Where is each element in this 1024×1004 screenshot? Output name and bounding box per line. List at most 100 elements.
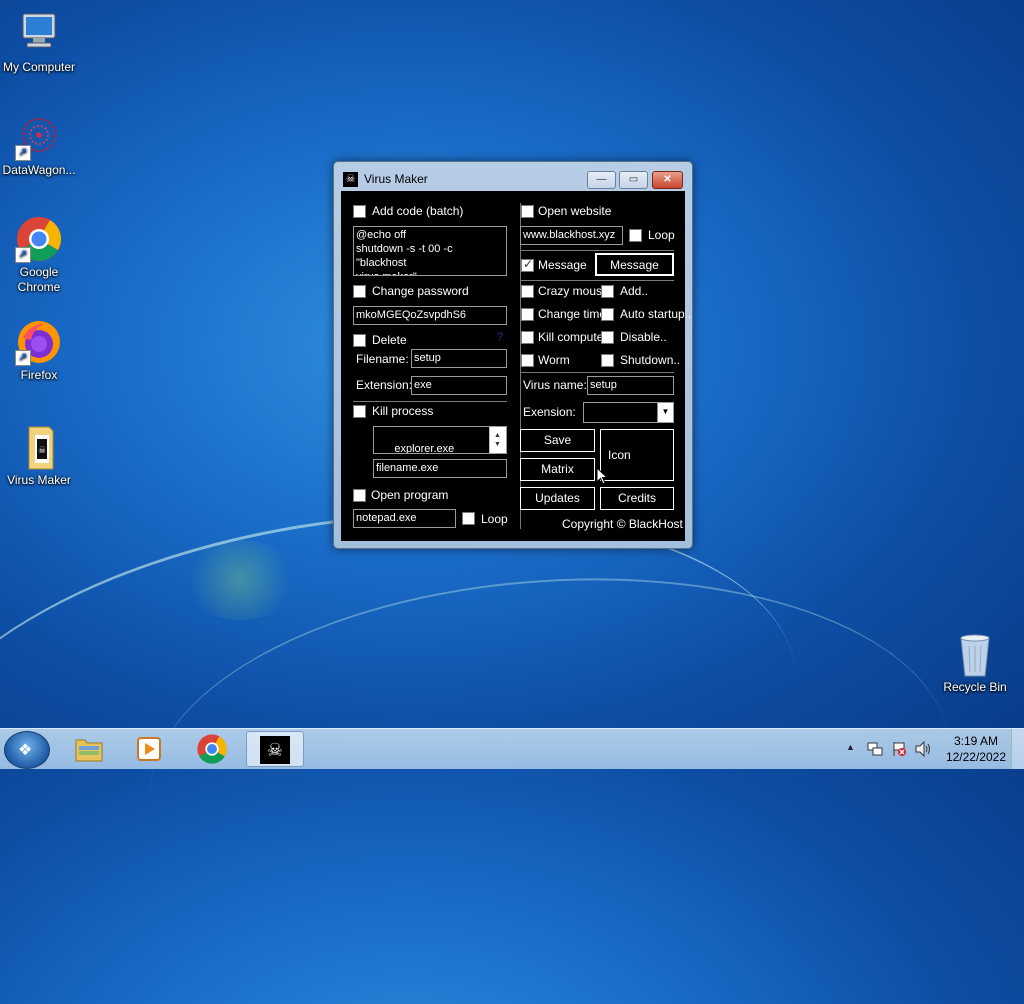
change-time-checkbox[interactable] xyxy=(521,308,534,321)
start-button[interactable]: ❖ xyxy=(4,731,50,769)
clock-date: 12/22/2022 xyxy=(945,750,1006,764)
batch-code-textarea[interactable]: @echo off shutdown -s -t 00 -c "blackhos… xyxy=(353,226,507,276)
copyright-text: Copyright © BlackHost xyxy=(562,517,683,531)
open-program-checkbox[interactable] xyxy=(353,489,366,502)
add-label: Add.. xyxy=(620,284,649,298)
kill-process-checkbox[interactable] xyxy=(353,405,366,418)
desktop-icon-firefox[interactable]: ↗ Firefox xyxy=(1,318,77,383)
change-password-label: Change password xyxy=(372,284,469,298)
add-code-checkbox[interactable] xyxy=(353,205,366,218)
close-button[interactable]: ✕ xyxy=(652,171,683,189)
maximize-button[interactable]: ▭ xyxy=(619,171,648,189)
svg-text:☠: ☠ xyxy=(38,445,46,455)
worm-label: Worm xyxy=(538,353,570,367)
desktop-icon-my-computer[interactable]: My Computer xyxy=(1,10,77,75)
system-tray: ▲ xyxy=(840,729,940,769)
open-website-checkbox[interactable] xyxy=(521,205,534,218)
taskbar: ❖ ☠ ▲ 3:19 AM 12/22/2022 xyxy=(0,728,1024,769)
computer-icon xyxy=(15,10,63,58)
media-player-icon xyxy=(137,737,161,761)
app-skull-icon: ☠ xyxy=(343,172,358,187)
window-titlebar[interactable]: ☠ Virus Maker — ▭ ✕ xyxy=(334,162,692,192)
minimize-button[interactable]: — xyxy=(587,171,616,189)
disable-label: Disable.. xyxy=(620,330,667,344)
desktop-icon-virus-maker[interactable]: ☠ Virus Maker xyxy=(1,423,77,488)
listbox-scrollbar[interactable]: ▲ ▼ xyxy=(489,427,506,453)
desktop-icon-label: My Computer xyxy=(2,60,76,74)
open-website-label: Open website xyxy=(538,204,612,218)
program-field[interactable]: notepad.exe xyxy=(353,509,456,528)
add-checkbox[interactable] xyxy=(601,285,614,298)
desktop-icon-google-chrome[interactable]: ↗ Google Chrome xyxy=(1,215,77,295)
taskbar-virus-maker[interactable]: ☠ xyxy=(246,731,304,767)
kill-process-label: Kill process xyxy=(372,404,434,418)
shutdown-label: Shutdown.. xyxy=(620,353,681,367)
recycle-bin-icon xyxy=(951,630,999,678)
updates-button[interactable]: Updates xyxy=(520,487,595,510)
virus-name-field[interactable]: setup xyxy=(587,376,674,395)
virus-maker-window: ☠ Virus Maker — ▭ ✕ Add code (batch) @ec… xyxy=(333,161,693,549)
icon-box[interactable]: Icon xyxy=(600,429,674,481)
desktop-icon-datawagon[interactable]: ↗ DataWagon... xyxy=(1,113,77,178)
virus-extension-dropdown[interactable]: ▼ xyxy=(583,402,674,423)
taskbar-chrome[interactable] xyxy=(184,731,240,767)
chrome-icon xyxy=(197,734,227,764)
message-checkbox[interactable] xyxy=(521,257,534,272)
program-loop-checkbox[interactable] xyxy=(462,512,475,525)
delete-help-link[interactable]: ? xyxy=(497,331,503,343)
desktop-icon-label: DataWagon... xyxy=(2,163,76,177)
clock-time: 3:19 AM xyxy=(953,734,998,748)
window-client-area: Add code (batch) @echo off shutdown -s -… xyxy=(341,191,691,541)
taskbar-explorer[interactable] xyxy=(61,731,117,767)
message-button[interactable]: Message xyxy=(595,253,674,276)
password-field[interactable]: mkoMGEQoZsvpdhS6 xyxy=(353,306,507,325)
folder-icon: ☠ xyxy=(15,423,63,471)
website-loop-checkbox[interactable] xyxy=(629,229,642,242)
desktop-icon-recycle-bin[interactable]: Recycle Bin xyxy=(937,630,1013,695)
extension-field[interactable]: exe xyxy=(411,376,507,395)
message-label: Message xyxy=(538,258,587,272)
window-title: Virus Maker xyxy=(364,172,428,186)
save-button[interactable]: Save xyxy=(520,429,595,452)
desktop-icon-label: Virus Maker xyxy=(7,473,71,487)
crazy-mouse-checkbox[interactable] xyxy=(521,285,534,298)
skull-icon: ☠ xyxy=(260,736,290,764)
crazy-mouse-label: Crazy mouse xyxy=(538,284,609,298)
tray-expand-icon[interactable]: ▲ xyxy=(846,742,855,752)
taskbar-media-player[interactable] xyxy=(121,731,177,767)
matrix-button[interactable]: Matrix xyxy=(520,458,595,481)
credits-button[interactable]: Credits xyxy=(600,487,674,510)
desktop-icon-label: Firefox xyxy=(20,368,58,382)
auto-startup-checkbox[interactable] xyxy=(601,308,614,321)
website-loop-label: Loop xyxy=(648,228,675,242)
delete-checkbox[interactable] xyxy=(353,334,366,347)
change-time-label: Change time xyxy=(538,307,607,321)
shutdown-checkbox[interactable] xyxy=(601,354,614,367)
divider xyxy=(520,250,674,251)
change-password-checkbox[interactable] xyxy=(353,285,366,298)
process-listbox[interactable]: explorer.exe winlogon.exe ▲ ▼ xyxy=(373,426,507,454)
website-field[interactable]: www.blackhost.xyz xyxy=(520,226,623,245)
volume-icon[interactable] xyxy=(914,741,932,757)
scroll-down-icon[interactable]: ▼ xyxy=(494,438,501,452)
taskbar-clock[interactable]: 3:19 AM 12/22/2022 xyxy=(946,733,1006,765)
disable-checkbox[interactable] xyxy=(601,331,614,344)
process-input-field[interactable]: filename.exe xyxy=(373,459,507,478)
desktop-icon-label: Google Chrome xyxy=(17,265,61,294)
filename-label: Filename: xyxy=(356,352,409,366)
firefox-icon: ↗ xyxy=(15,318,63,366)
shortcut-arrow-icon: ↗ xyxy=(15,247,31,263)
kill-computer-checkbox[interactable] xyxy=(521,331,534,344)
network-icon[interactable] xyxy=(867,741,883,757)
chrome-icon: ↗ xyxy=(15,215,63,263)
folder-icon xyxy=(75,739,103,762)
divider xyxy=(353,401,507,402)
show-desktop-button[interactable] xyxy=(1011,729,1024,769)
kill-computer-label: Kill computer xyxy=(538,330,608,344)
divider xyxy=(520,280,674,281)
chevron-down-icon[interactable]: ▼ xyxy=(657,403,673,422)
worm-checkbox[interactable] xyxy=(521,354,534,367)
action-center-flag-icon[interactable] xyxy=(891,741,907,757)
extension-label: Extension: xyxy=(356,378,413,392)
filename-field[interactable]: setup xyxy=(411,349,507,368)
